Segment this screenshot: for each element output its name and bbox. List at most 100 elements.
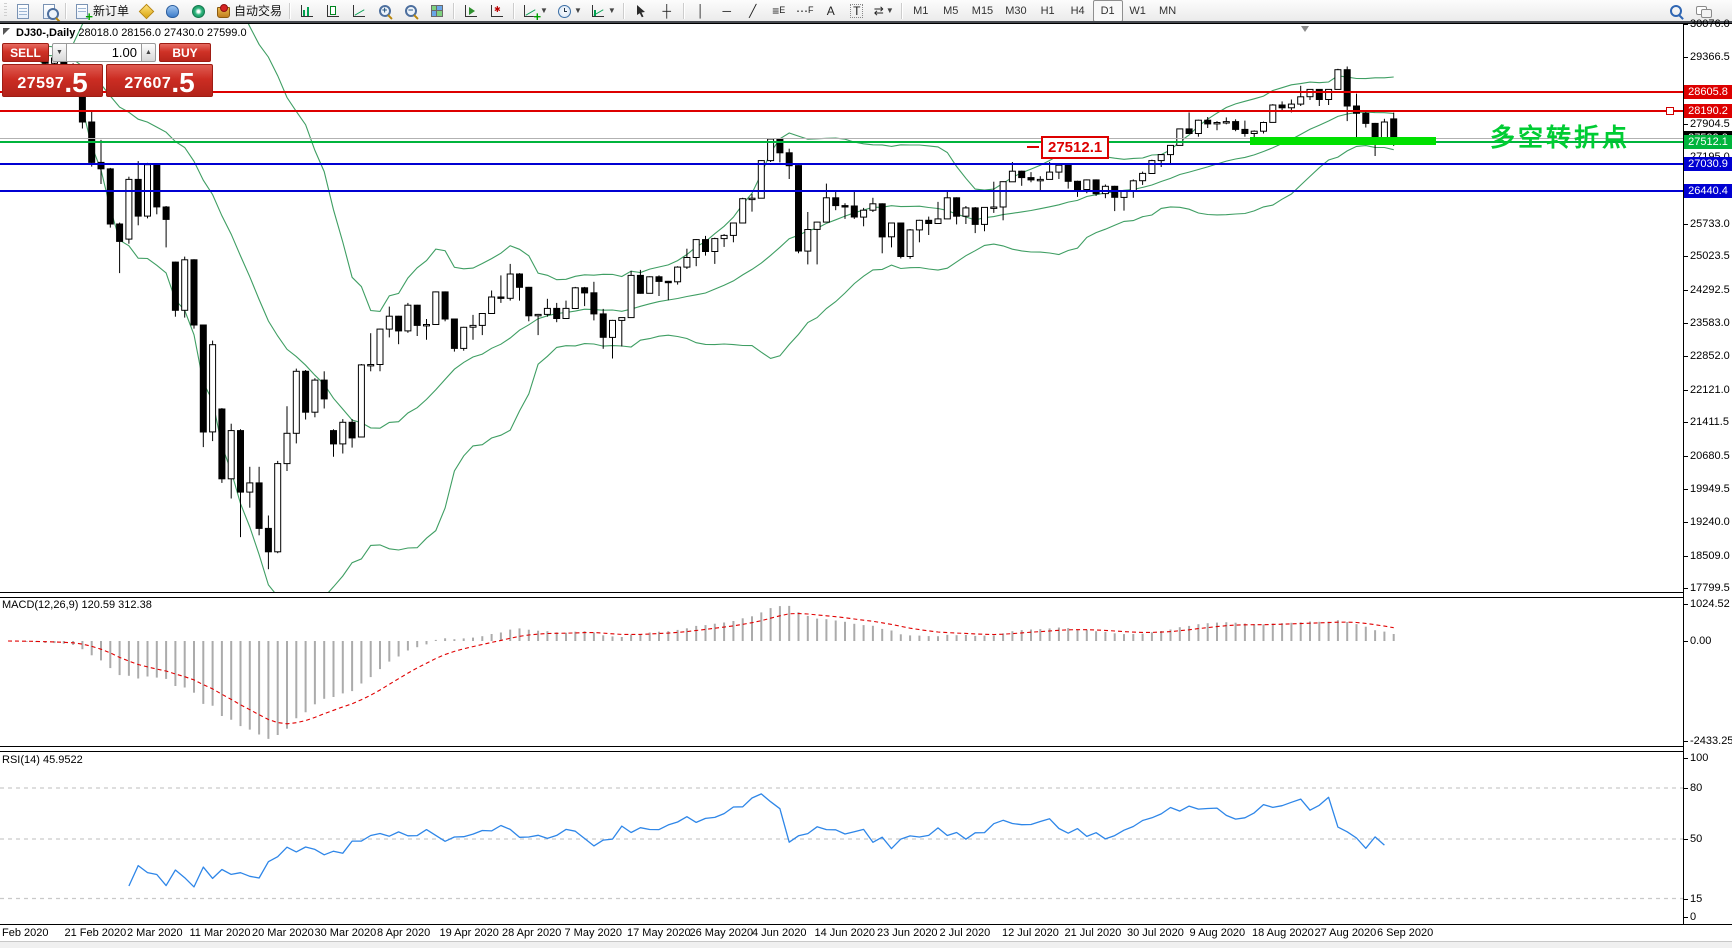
chevron-down-icon: ▼ (608, 6, 616, 15)
hline-26440.4[interactable] (0, 190, 1683, 192)
macd-axis-label: -2433.25 (1690, 735, 1732, 747)
trendline-button[interactable]: ╱ (740, 1, 766, 21)
oneclick-collapse-arrow[interactable] (3, 28, 10, 35)
horizontal-line-button[interactable]: ─ (714, 1, 740, 21)
macd-pane-canvas[interactable] (0, 598, 1683, 746)
price-badge-27512.1: 27512.1 (1684, 135, 1732, 149)
buy-button[interactable]: BUY (159, 43, 211, 62)
channels-icon: ⋯ (796, 5, 808, 17)
macd-pane-top-border[interactable] (0, 597, 1684, 598)
toolbar-separator (683, 3, 685, 19)
crosshair-button[interactable]: ┼ (654, 1, 680, 21)
channels-button[interactable]: ⋯F (792, 1, 818, 21)
ask-price-display[interactable]: 27607.5 (106, 64, 213, 97)
price-badge-28190.2: 28190.2 (1684, 104, 1732, 118)
search-button[interactable] (1664, 1, 1690, 21)
rsi-axis-label: 100 (1690, 752, 1708, 764)
support-highlight-bar[interactable] (1250, 137, 1436, 145)
timeframe-m15[interactable]: M15 (966, 0, 999, 22)
shift-end-marker[interactable] (1301, 26, 1309, 32)
timeframe-mn[interactable]: MN (1153, 0, 1183, 22)
timeframe-m1[interactable]: M1 (906, 0, 936, 22)
chart-shift-button[interactable]: ✱ (484, 1, 510, 21)
price-axis-tick-label: 30076.0 (1690, 18, 1730, 30)
price-axis-tick (1683, 522, 1688, 523)
rsi-axis-tick (1683, 839, 1688, 840)
timeframe-d1[interactable]: D1 (1093, 0, 1123, 22)
search-icon (1669, 3, 1685, 19)
main-chart-canvas[interactable] (0, 24, 1683, 592)
hline-28190.2[interactable] (0, 110, 1683, 111)
price-axis-tick (1683, 24, 1688, 25)
volume-increase-button[interactable]: ▲ (141, 43, 156, 62)
rsi-pane-canvas[interactable] (0, 752, 1683, 924)
price-axis-tick (1683, 390, 1688, 391)
hline-28605.8[interactable] (0, 91, 1683, 92)
candlestick-chart-icon (325, 3, 341, 19)
community-button[interactable] (159, 1, 185, 21)
date-axis-label: 11 Mar 2020 (190, 927, 251, 939)
zoom-in-button[interactable]: + (372, 1, 398, 21)
vertical-line-button[interactable]: │ (688, 1, 714, 21)
signals-button[interactable] (185, 1, 211, 21)
support-price-tag[interactable]: 27512.1 (1041, 136, 1109, 159)
indicators-button[interactable]: +▼ (518, 1, 552, 21)
bid-price-display[interactable]: 27597.5 (2, 64, 103, 97)
volume-input[interactable] (67, 43, 141, 62)
hline-27030.9[interactable] (0, 163, 1683, 165)
main-pane-bottom-border (0, 592, 1684, 593)
price-axis-tick (1683, 224, 1688, 225)
timeframe-w1[interactable]: W1 (1123, 0, 1153, 22)
price-axis-tick (1683, 356, 1688, 357)
bar-chart-button[interactable] (294, 1, 320, 21)
price-axis-tick (1683, 588, 1688, 589)
price-axis-tick (1683, 456, 1688, 457)
text-tool-icon: A (827, 5, 835, 17)
price-axis-tick-label: 19949.5 (1690, 483, 1730, 495)
arrows-button[interactable]: ⇄▼ (870, 1, 898, 21)
tile-windows-button[interactable] (424, 1, 450, 21)
timeframe-h4[interactable]: H4 (1063, 0, 1093, 22)
timeframe-m5[interactable]: M5 (936, 0, 966, 22)
text-tool-button[interactable]: A (818, 1, 844, 21)
new-order-button[interactable]: + 新订单 (70, 1, 133, 21)
community-icon (164, 3, 180, 19)
metaeditor-button[interactable] (133, 1, 159, 21)
profiles-button[interactable] (36, 1, 62, 21)
spin-down-icon: ▼ (56, 49, 63, 56)
sell-button[interactable]: SELL (2, 43, 49, 62)
date-axis-label: 6 Sep 2020 (1377, 927, 1433, 939)
line-chart-button[interactable] (346, 1, 372, 21)
date-axis-label: 14 Jun 2020 (815, 927, 876, 939)
new-order-icon: + (74, 3, 90, 19)
cursor-button[interactable] (628, 1, 654, 21)
candlestick-chart-button[interactable] (320, 1, 346, 21)
price-axis-tick (1683, 256, 1688, 257)
profiles-icon (41, 3, 57, 19)
timeframe-h1[interactable]: H1 (1033, 0, 1063, 22)
label-tool-button[interactable]: T (844, 1, 870, 21)
tile-windows-icon (429, 3, 445, 19)
date-axis-label: 8 Apr 2020 (377, 927, 430, 939)
new-order-label: 新订单 (93, 2, 129, 19)
price-axis-tick-label: 22121.0 (1690, 384, 1730, 396)
cursor-icon (635, 4, 647, 18)
templates-button[interactable]: ▼ (586, 1, 620, 21)
price-badge-27030.9: 27030.9 (1684, 157, 1732, 171)
timeframe-m30[interactable]: M30 (999, 0, 1032, 22)
zoom-out-button[interactable]: − (398, 1, 424, 21)
price-axis-tick-label: 27904.5 (1690, 118, 1730, 130)
price-axis-tick-label: 21411.5 (1690, 416, 1729, 428)
turning-point-annotation[interactable]: 多空转折点 (1490, 118, 1630, 154)
periods-button[interactable]: ▼ (552, 1, 586, 21)
hline-selection-handle[interactable] (1666, 107, 1674, 115)
rsi-axis-label: 80 (1690, 782, 1702, 794)
volume-decrease-button[interactable]: ▼ (52, 43, 67, 62)
new-chart-button[interactable] (10, 1, 36, 21)
fibonacci-button[interactable]: ≡E (766, 1, 792, 21)
date-axis-label: 18 Aug 2020 (1252, 927, 1314, 939)
auto-scroll-button[interactable] (458, 1, 484, 21)
date-axis-label: 2 Mar 2020 (127, 927, 183, 939)
rsi-pane-top-border[interactable] (0, 751, 1684, 752)
autotrading-button[interactable]: 自动交易 (211, 1, 286, 21)
